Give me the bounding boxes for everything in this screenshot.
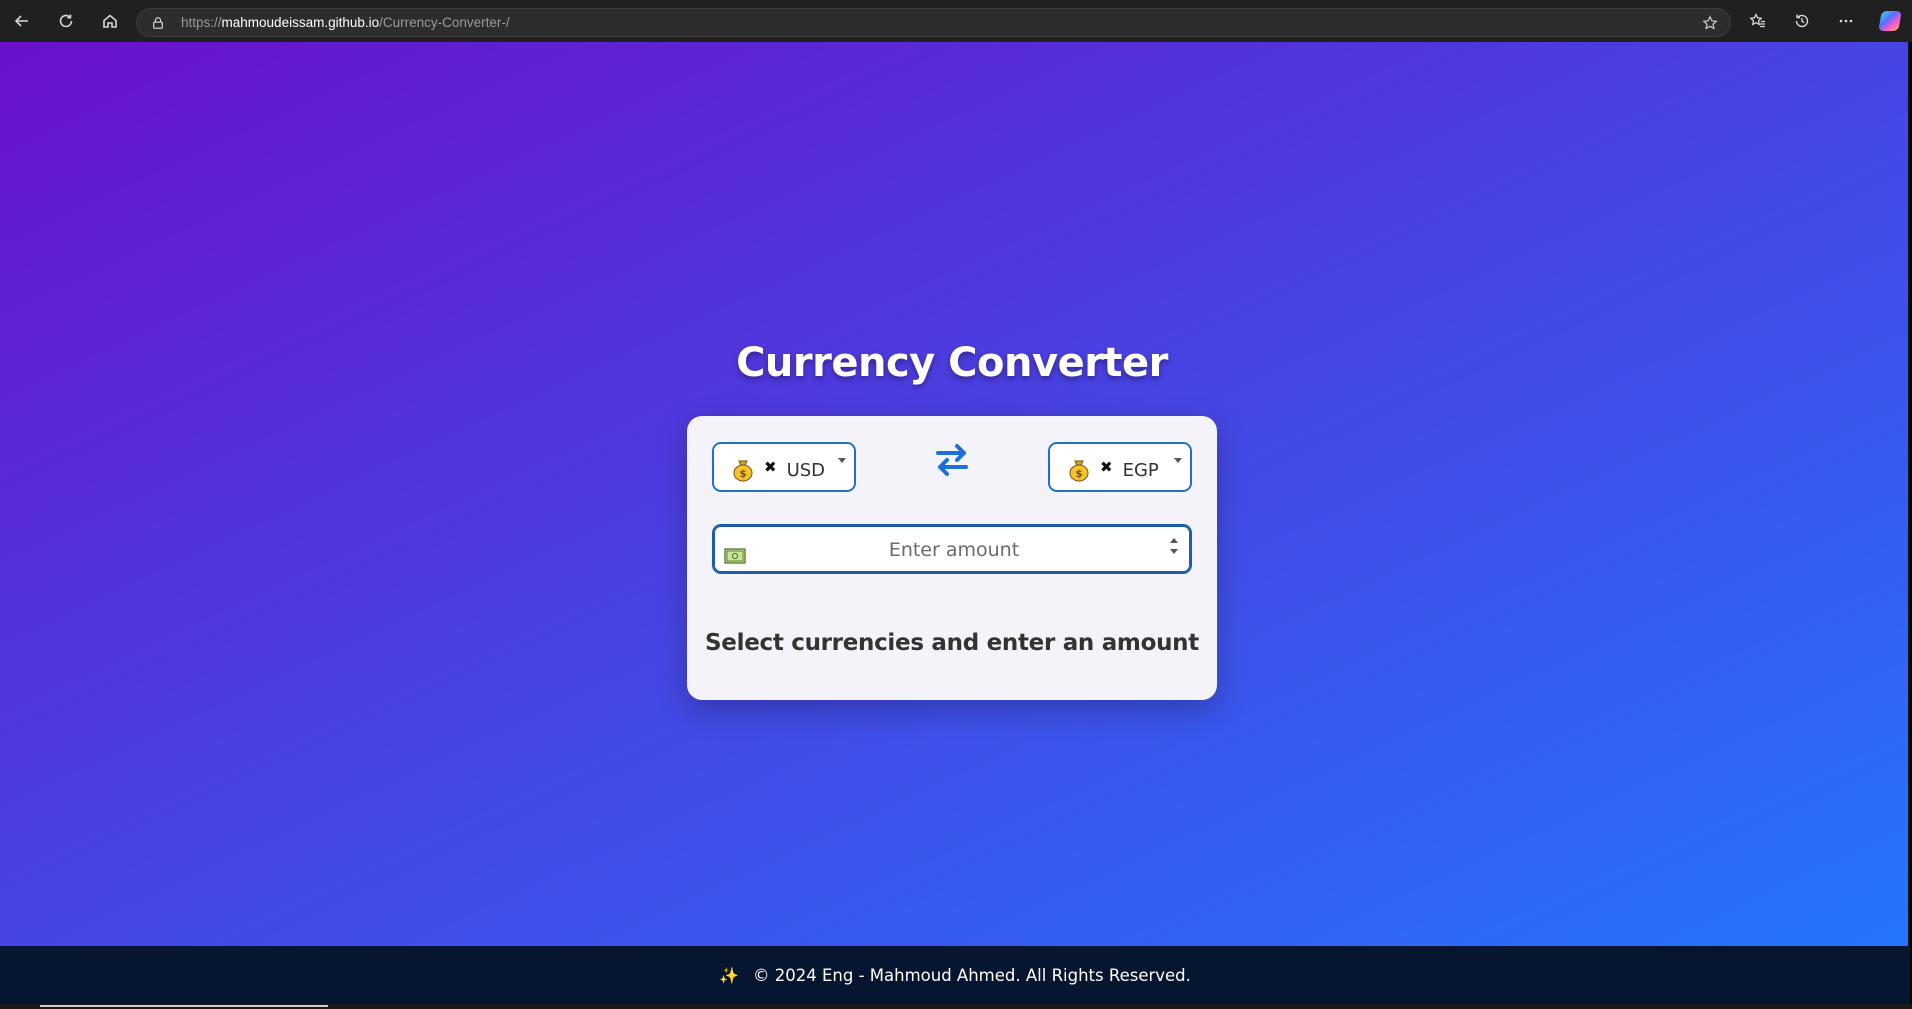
url-scheme: https:// <box>181 15 222 30</box>
copilot-icon <box>1878 11 1902 31</box>
favorite-star-icon[interactable] <box>1702 15 1718 31</box>
home-icon <box>103 14 117 28</box>
money-bag-icon: $ <box>1069 460 1089 482</box>
lock-icon[interactable] <box>151 15 167 31</box>
swap-button[interactable] <box>932 440 972 480</box>
svg-text:$: $ <box>740 469 747 480</box>
close-icon: ✖ <box>1100 458 1113 476</box>
amount-stepper[interactable] <box>1170 538 1178 560</box>
history-button[interactable] <box>1780 0 1824 42</box>
chevron-down-icon <box>838 458 846 463</box>
chevron-down-icon <box>1174 458 1182 463</box>
reload-button[interactable] <box>44 0 88 42</box>
to-currency-select[interactable]: $ ✖ EGP <box>1048 442 1192 492</box>
history-icon <box>1795 14 1809 28</box>
reload-icon <box>59 14 73 28</box>
scroll-indicator <box>40 1005 328 1007</box>
browser-toolbar: https://mahmoudeissam.github.io/Currency… <box>0 0 1912 42</box>
sparkles-icon: ✨ <box>719 965 739 985</box>
footer-copyright: © 2024 Eng - Mahmoud Ahmed. All Rights R… <box>753 965 1191 985</box>
favorites-icon <box>1749 13 1765 28</box>
url-text[interactable]: https://mahmoudeissam.github.io/Currency… <box>181 15 510 30</box>
chevron-up-icon[interactable] <box>1170 538 1178 543</box>
amount-field[interactable] <box>712 524 1192 574</box>
back-button[interactable] <box>0 0 44 42</box>
copilot-button[interactable] <box>1868 0 1912 42</box>
from-currency-code: USD <box>786 459 826 481</box>
address-bar[interactable]: https://mahmoudeissam.github.io/Currency… <box>136 8 1731 37</box>
amount-input[interactable] <box>754 532 1154 568</box>
bottom-strip <box>0 1004 1912 1009</box>
close-icon: ✖ <box>764 458 777 476</box>
arrow-left-icon <box>14 15 28 27</box>
footer: ✨ © 2024 Eng - Mahmoud Ahmed. All Rights… <box>0 946 1910 1004</box>
banknote-icon <box>724 548 746 564</box>
more-options-button[interactable] <box>1824 0 1868 42</box>
page-title: Currency Converter <box>736 340 1168 386</box>
result-text: Select currencies and enter an amount <box>705 630 1199 656</box>
browser-tools <box>1736 0 1912 42</box>
to-currency-code: EGP <box>1122 459 1159 481</box>
swap-arrows-icon <box>936 444 968 476</box>
page-body: Currency Converter $ ✖ USD $ ✖ EGP Enter… <box>0 42 1910 946</box>
chevron-down-icon[interactable] <box>1170 549 1178 554</box>
money-bag-icon: $ <box>733 460 753 482</box>
home-button[interactable] <box>88 0 132 42</box>
converter-card: $ ✖ USD $ ✖ EGP Enter amount Select curr… <box>687 416 1217 700</box>
svg-text:$: $ <box>1076 469 1083 480</box>
favorites-button[interactable] <box>1736 0 1780 42</box>
url-host: mahmoudeissam.github.io <box>221 15 380 30</box>
from-currency-select[interactable]: $ ✖ USD <box>712 442 856 492</box>
url-path: /Currency-Converter-/ <box>379 15 510 30</box>
ellipsis-icon <box>1839 19 1853 23</box>
